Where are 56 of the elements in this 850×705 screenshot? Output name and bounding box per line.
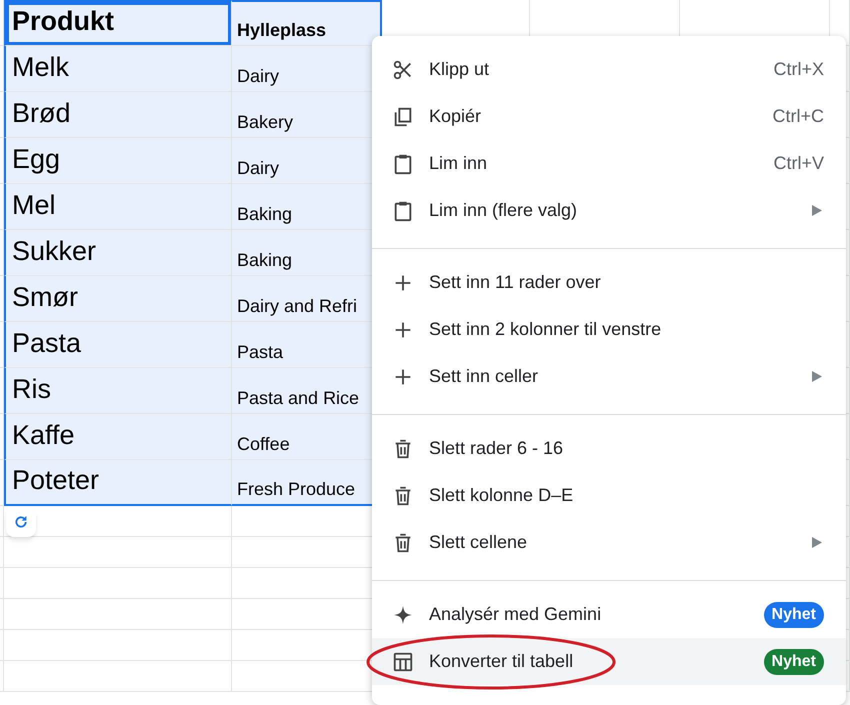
- table-cell[interactable]: Brød: [4, 92, 232, 138]
- menu-item[interactable]: Klipp ut Ctrl+X: [372, 46, 846, 93]
- empty-cell[interactable]: [4, 537, 232, 568]
- menu-item-label: Analysér med Gemini: [429, 603, 602, 626]
- menu-item[interactable]: Lim inn Ctrl+V: [372, 140, 846, 187]
- shortcut-text: Ctrl+C: [772, 105, 824, 128]
- refresh-icon: [13, 514, 29, 530]
- menu-item-label: Slett kolonne D–E: [429, 484, 574, 507]
- empty-cell[interactable]: [4, 630, 232, 661]
- table-cell[interactable]: Mel: [4, 184, 232, 230]
- new-badge: Nyhet: [764, 602, 824, 628]
- menu-item[interactable]: Analysér med Gemini Nyhet: [372, 591, 846, 638]
- table-icon: [392, 650, 414, 672]
- menu-item[interactable]: Kopiér Ctrl+C: [372, 93, 846, 140]
- scissors-icon: [392, 58, 414, 80]
- empty-cell[interactable]: [4, 568, 232, 599]
- menu-item-label: Slett cellene: [429, 531, 528, 554]
- menu-item-label: Klipp ut: [429, 58, 490, 81]
- shortcut-text: Ctrl+X: [773, 58, 824, 81]
- menu-item-label: Sett inn 11 rader over: [429, 271, 601, 294]
- menu-item[interactable]: Lim inn (flere valg): [372, 187, 846, 234]
- menu-item-label: Sett inn 2 kolonner til venstre: [429, 318, 662, 341]
- table-cell[interactable]: Melk: [4, 46, 232, 92]
- submenu-arrow-icon: [812, 371, 822, 382]
- menu-item[interactable]: Slett kolonne D–E: [372, 472, 846, 519]
- column-header-cell[interactable]: Produkt: [4, 0, 232, 46]
- table-cell[interactable]: Poteter: [4, 460, 232, 506]
- new-badge: Nyhet: [764, 648, 824, 674]
- empty-cell[interactable]: [4, 506, 232, 537]
- clipboard-icon: [392, 200, 414, 222]
- table-cell[interactable]: Sukker: [4, 230, 232, 276]
- table-cell[interactable]: Kaffe: [4, 414, 232, 460]
- menu-item[interactable]: Slett cellene: [372, 519, 846, 566]
- refresh-button[interactable]: [6, 507, 36, 537]
- copy-icon: [392, 106, 414, 128]
- shortcut-text: Ctrl+V: [773, 152, 824, 175]
- menu-item-label: Lim inn (flere valg): [429, 199, 578, 222]
- clipboard-icon: [392, 152, 414, 174]
- table-cell[interactable]: Egg: [4, 138, 232, 184]
- menu-item[interactable]: Sett inn 2 kolonner til venstre: [372, 306, 846, 353]
- menu-item-label: Lim inn: [429, 152, 488, 175]
- empty-cell[interactable]: [4, 661, 232, 692]
- menu-item[interactable]: Sett inn celler: [372, 353, 846, 400]
- table-cell[interactable]: Smør: [4, 276, 232, 322]
- submenu-arrow-icon: [812, 205, 822, 216]
- menu-item-label: Slett rader 6 - 16: [429, 437, 564, 460]
- menu-item-label: Konverter til tabell: [429, 650, 574, 673]
- table-cell[interactable]: Pasta: [4, 322, 232, 368]
- table-cell[interactable]: Ris: [4, 368, 232, 414]
- menu-item[interactable]: Sett inn 11 rader over: [372, 259, 846, 306]
- empty-cell[interactable]: [4, 599, 232, 630]
- column-header-cell[interactable]: Hylleplass: [232, 0, 382, 46]
- menu-item[interactable]: Slett rader 6 - 16: [372, 425, 846, 472]
- submenu-arrow-icon: [812, 537, 822, 548]
- menu-item-label: Kopiér: [429, 105, 482, 128]
- menu-item-label: Sett inn celler: [429, 365, 538, 388]
